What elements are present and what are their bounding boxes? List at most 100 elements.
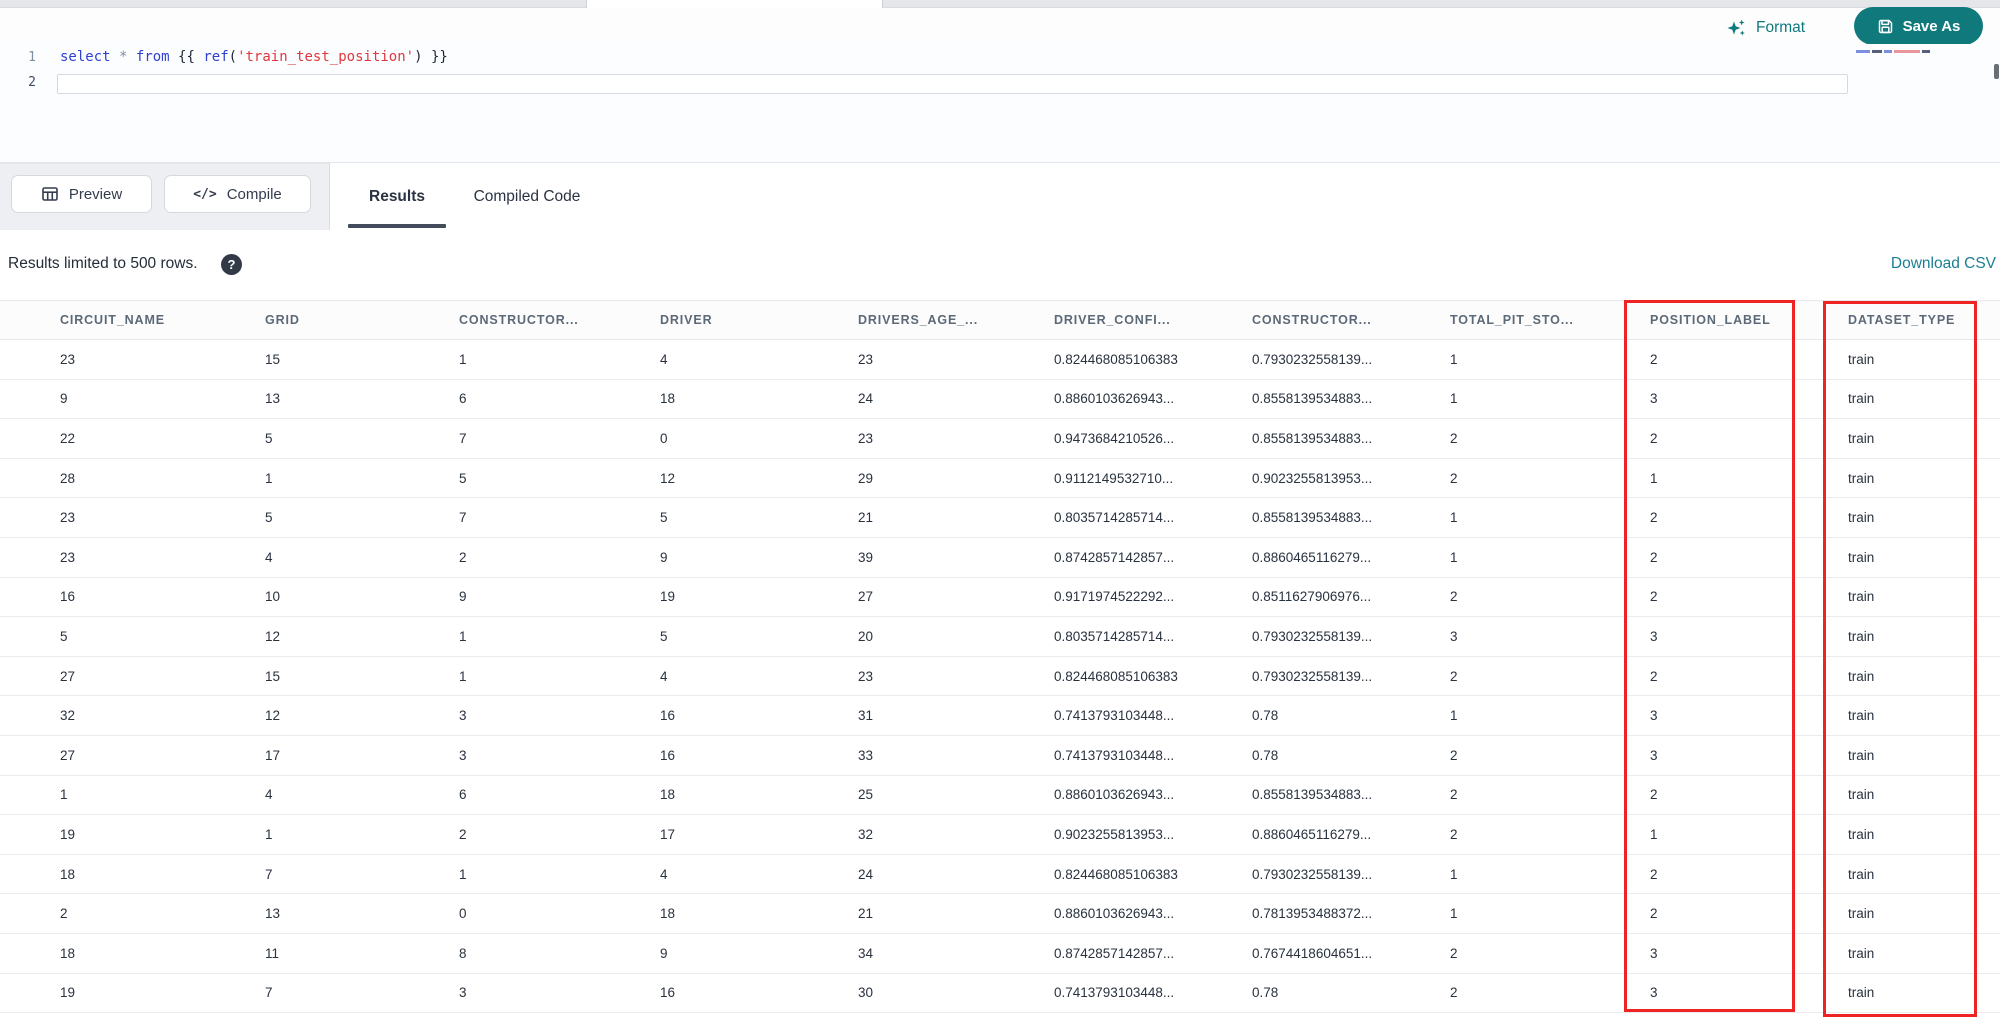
line-number: 2: [28, 75, 36, 90]
table-cell: 24: [858, 391, 874, 407]
table-cell: 1: [1450, 866, 1458, 882]
table-cell: 0.8860103626943...: [1054, 787, 1175, 803]
results-info-bar: Results limited to 500 rows. ? Download …: [0, 244, 2000, 284]
table-cell: 2: [1450, 985, 1458, 1001]
table-cell: 3: [1450, 628, 1458, 644]
table-cell: 2: [1650, 668, 1658, 684]
compile-button[interactable]: </> Compile: [164, 175, 311, 213]
table-cell: 0.8860465116279...: [1252, 826, 1372, 842]
table-cell: 0.8558139534883...: [1252, 510, 1373, 526]
table-cell: 6: [459, 787, 467, 803]
tab-compiled-code[interactable]: Compiled Code: [452, 163, 602, 230]
table-cell: 0.7674418604651...: [1252, 945, 1373, 961]
column-header: DATASET_TYPE: [1848, 313, 1956, 327]
table-cell: 0.7413793103448...: [1054, 985, 1175, 1001]
table-cell: 2: [1450, 589, 1458, 605]
table-cell: 0.7413793103448...: [1054, 747, 1175, 763]
table-cell: 2: [1450, 668, 1458, 684]
code-token: select: [60, 49, 111, 65]
editor-scrollbar[interactable]: [1994, 64, 1999, 79]
table-cell: train: [1848, 866, 1875, 882]
table-cell: 5: [459, 470, 467, 486]
table-cell: 2: [1450, 945, 1458, 961]
table-cell: 23: [60, 351, 76, 367]
table-cell: 1: [1450, 391, 1458, 407]
table-cell: 0.824468085106383: [1054, 351, 1178, 367]
preview-button[interactable]: Preview: [11, 175, 152, 213]
results-table: CIRCUIT_NAME GRID CONSTRUCTOR... DRIVER DRIV…: [0, 300, 2000, 1014]
table-cell: 17: [265, 747, 281, 763]
table-cell: train: [1848, 589, 1875, 605]
editor-minimap[interactable]: [1856, 48, 1996, 62]
column-header: TOTAL_PIT_STO...: [1450, 313, 1574, 327]
table-cell: 1: [459, 628, 467, 644]
table-cell: 27: [858, 589, 874, 605]
table-cell: train: [1848, 787, 1875, 803]
table-cell: 8: [459, 945, 467, 961]
table-cell: 3: [459, 747, 467, 763]
minimap-code-segment: [1856, 50, 1870, 53]
code-line-1[interactable]: select * from {{ ref('train_test_positio…: [60, 49, 448, 65]
code-token: {{: [178, 49, 195, 65]
table-cell: 13: [265, 906, 281, 922]
column-header: DRIVERS_AGE_...: [858, 313, 979, 327]
save-as-button[interactable]: Save As: [1854, 7, 1983, 45]
table-cell: 27: [60, 668, 76, 684]
table-cell: 0.9473684210526...: [1054, 430, 1175, 446]
table-cell: 19: [660, 589, 676, 605]
table-cell: 1: [1450, 906, 1458, 922]
table-row: 28 1 5 12 29 0.9112149532710... 0.902325581395…: [0, 458, 2000, 499]
table-cell: 9: [60, 391, 68, 407]
table-row: 5 12 1 5 20 0.8035714285714... 0.7930232558139…: [0, 617, 2000, 657]
code-token: ): [414, 49, 423, 65]
table-row: 19 7 3 16 30 0.7413793103448... 0.78 2 3 train: [0, 973, 2000, 1014]
table-body: 23 15 1 4 23 0.824468085106383 0.7930232558139…: [0, 340, 2000, 1014]
table-cell: 9: [660, 945, 668, 961]
help-icon[interactable]: ?: [221, 254, 242, 275]
table-cell: 16: [60, 589, 76, 605]
table-cell: 5: [660, 510, 668, 526]
table-cell: 23: [60, 549, 76, 565]
table-cell: 15: [265, 351, 281, 367]
editor-gutter: 1 2: [0, 44, 48, 162]
table-cell: 3: [1650, 945, 1658, 961]
table-cell: 0.9023255813953...: [1252, 470, 1373, 486]
active-file-tab[interactable]: [586, 0, 883, 8]
table-cell: 28: [60, 470, 76, 486]
table-cell: 1: [265, 470, 273, 486]
table-cell: 2: [1650, 906, 1658, 922]
table-cell: 0.8558139534883...: [1252, 391, 1373, 407]
table-row: 23 5 7 5 21 0.8035714285714... 0.8558139534883…: [0, 498, 2000, 538]
editor-cursor-line[interactable]: [57, 74, 1848, 94]
table-cell: 20: [858, 628, 874, 644]
table-cell: 4: [660, 351, 668, 367]
table-cell: 21: [858, 510, 874, 526]
table-cell: 34: [858, 945, 874, 961]
sql-editor[interactable]: 1 2 select * from {{ ref('train_test_pos…: [0, 44, 2000, 163]
table-cell: 10: [265, 589, 281, 605]
table-cell: 0.8860465116279...: [1252, 549, 1372, 565]
table-cell: 3: [459, 708, 467, 724]
table-cell: 31: [858, 708, 874, 724]
table-cell: 7: [265, 866, 273, 882]
table-cell: 2: [459, 826, 467, 842]
table-cell: train: [1848, 470, 1875, 486]
format-button[interactable]: Format: [1726, 12, 1805, 44]
table-cell: 2: [1650, 589, 1658, 605]
table-cell: 0.78: [1252, 985, 1279, 1001]
table-cell: 1: [1650, 826, 1658, 842]
line-number: 1: [28, 50, 36, 65]
download-csv-link[interactable]: Download CSV: [1891, 244, 1996, 284]
table-cell: train: [1848, 510, 1875, 526]
column-header: GRID: [265, 313, 300, 327]
table-row: 2 13 0 18 21 0.8860103626943... 0.781395348837…: [0, 894, 2000, 934]
active-tab-underline: [348, 224, 446, 228]
code-token: }}: [430, 49, 448, 65]
tab-results[interactable]: Results: [348, 163, 446, 230]
table-row: 32 12 3 16 31 0.7413793103448... 0.78 1 3 train: [0, 696, 2000, 736]
table-cell: 11: [265, 945, 280, 961]
table-cell: 29: [858, 470, 874, 486]
table-cell: 5: [265, 510, 273, 526]
